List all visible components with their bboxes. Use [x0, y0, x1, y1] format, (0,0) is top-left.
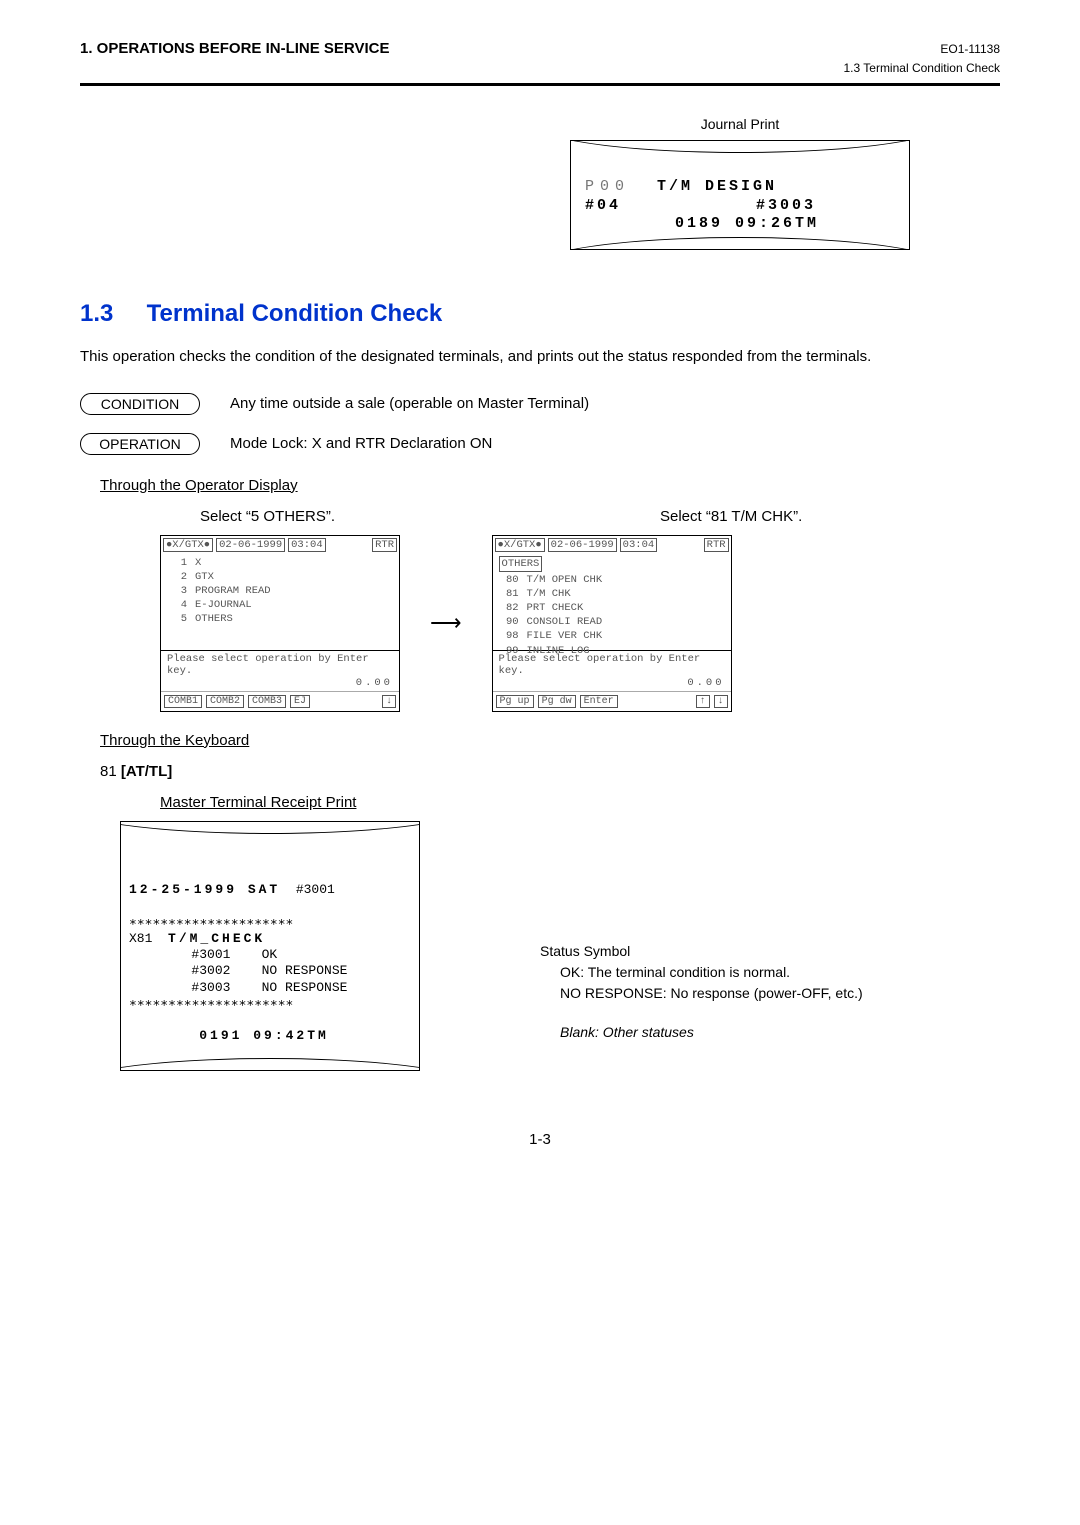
menu-item: 90CONSOLI READ	[499, 615, 725, 629]
status-no-response: NO RESPONSE: No response (power-OFF, etc…	[560, 983, 863, 1004]
keyboard-command: 81 [AT/TL]	[100, 763, 1000, 780]
status-blank: Blank: Other statuses	[560, 1022, 863, 1043]
jp-footer: 0189 09:26TM	[675, 215, 819, 232]
ds1-rtr: RTR	[372, 538, 397, 552]
caption-select-81: Select “81 T/M CHK”.	[660, 508, 970, 525]
section-number: 1.3	[80, 300, 140, 328]
ds2-menu: 80T/M OPEN CHK81T/M CHK82PRT CHECK90CONS…	[499, 573, 725, 658]
menu-item: 4E-JOURNAL	[167, 598, 393, 612]
ds1-prompt: Please select operation by Enter key.	[167, 653, 393, 677]
menu-item: 81T/M CHK	[499, 587, 725, 601]
mr-stars-bot: ∗∗∗∗∗∗∗∗∗∗∗∗∗∗∗∗∗∗∗∗∗	[129, 996, 293, 1011]
mr-xtitle: T/M_CHECK	[168, 931, 265, 946]
mr-date: 12-25-1999 SAT	[129, 882, 280, 897]
display-screens-row: ●X/GTX● 02-06-1999 03:04 RTR 1X2GTX3PROG…	[160, 535, 1000, 712]
display-captions: Select “5 OTHERS”. Select “81 T/M CHK”.	[200, 508, 1000, 525]
keyboard-heading: Through the Keyboard	[100, 732, 1000, 749]
ds2-title: OTHERS	[499, 556, 543, 572]
soft-key: EJ	[290, 695, 310, 708]
soft-key: Enter	[580, 695, 618, 708]
arrow-right-icon: ⟶	[430, 610, 462, 636]
section-intro: This operation checks the condition of t…	[80, 346, 1000, 369]
jp-tm-design: T/M DESIGN	[657, 178, 777, 195]
condition-pill: CONDITION	[80, 393, 200, 415]
master-terminal-receipt: 12-25-1999 SAT #3001 ∗∗∗∗∗∗∗∗∗∗∗∗∗∗∗∗∗∗∗…	[120, 821, 420, 1071]
operator-display-1: ●X/GTX● 02-06-1999 03:04 RTR 1X2GTX3PROG…	[160, 535, 400, 712]
ds2-amount: 0.00	[499, 677, 725, 689]
ds1-mode: ●X/GTX●	[163, 538, 213, 552]
ds2-buttons: Pg up Pg dw Enter ↑ ↓	[493, 691, 731, 711]
mr-footer: 0191 09:42TM	[199, 1028, 329, 1043]
operator-display-heading: Through the Operator Display	[100, 477, 1000, 494]
soft-key: COMB3	[248, 695, 286, 708]
section-heading: 1.3 Terminal Condition Check	[80, 300, 1000, 328]
soft-key: ↓	[714, 695, 728, 708]
caption-select-5: Select “5 OTHERS”.	[200, 508, 510, 525]
soft-key: COMB2	[206, 695, 244, 708]
menu-item: 1X	[167, 556, 393, 570]
soft-key: ↑	[696, 695, 710, 708]
ds1-buttons: COMB1 COMB2 COMB3 EJ ↓	[161, 691, 399, 711]
chapter-title: 1. OPERATIONS BEFORE IN-LINE SERVICE	[80, 40, 390, 57]
mr-rows: #3001 OK #3002 NO RESPONSE #3003 NO RESP…	[129, 947, 347, 995]
header-rule	[80, 83, 1000, 86]
kb-attl: [AT/TL]	[121, 763, 172, 780]
ds1-menu: 1X2GTX3PROGRAM READ4E-JOURNAL5OTHERS	[167, 556, 393, 627]
ds1-date: 02-06-1999	[216, 538, 285, 552]
ds2-rtr: RTR	[704, 538, 729, 552]
status-ok: OK: The terminal condition is normal.	[560, 962, 863, 983]
breadcrumb: 1.3 Terminal Condition Check	[80, 61, 1000, 75]
ds2-mode: ●X/GTX●	[495, 538, 545, 552]
soft-key: ↓	[382, 695, 396, 708]
mr-term: #3001	[296, 882, 335, 897]
status-symbol-block: Status Symbol OK: The terminal condition…	[540, 941, 863, 1043]
menu-item: 2GTX	[167, 570, 393, 584]
menu-item: 82PRT CHECK	[499, 601, 725, 615]
ds2-time: 03:04	[620, 538, 658, 552]
operation-pill: OPERATION	[80, 433, 200, 455]
journal-print-receipt: P00 T/M DESIGN #04 #3003 0189 09:26TM	[570, 140, 910, 250]
operation-row: OPERATION Mode Lock: X and RTR Declarati…	[80, 433, 1000, 455]
jp-hash04: #04	[585, 197, 621, 214]
ds1-amount: 0.00	[167, 677, 393, 689]
ds2-prompt: Please select operation by Enter key.	[499, 653, 725, 677]
jp-3003: #3003	[756, 197, 816, 214]
mr-stars-top: ∗∗∗∗∗∗∗∗∗∗∗∗∗∗∗∗∗∗∗∗∗	[129, 915, 293, 930]
soft-key: COMB1	[164, 695, 202, 708]
page-header: 1. OPERATIONS BEFORE IN-LINE SERVICE EO1…	[80, 40, 1000, 57]
menu-item: 3PROGRAM READ	[167, 584, 393, 598]
ds2-date: 02-06-1999	[548, 538, 617, 552]
journal-print-caption: Journal Print	[570, 116, 910, 132]
jp-p00: P00	[585, 178, 630, 195]
ds1-time: 03:04	[288, 538, 326, 552]
section-title-text: Terminal Condition Check	[147, 300, 443, 327]
page-number: 1-3	[80, 1131, 1000, 1148]
operation-text: Mode Lock: X and RTR Declaration ON	[230, 435, 492, 452]
menu-item: 5OTHERS	[167, 612, 393, 626]
operator-display-2: ●X/GTX● 02-06-1999 03:04 RTR OTHERS 80T/…	[492, 535, 732, 712]
mr-xcode: X81	[129, 931, 152, 946]
status-title: Status Symbol	[540, 941, 863, 962]
doc-id: EO1-11138	[940, 42, 1000, 56]
condition-row: CONDITION Any time outside a sale (opera…	[80, 393, 1000, 415]
soft-key: Pg dw	[538, 695, 576, 708]
master-receipt-caption: Master Terminal Receipt Print	[160, 794, 1000, 811]
soft-key: Pg up	[496, 695, 534, 708]
menu-item: 80T/M OPEN CHK	[499, 573, 725, 587]
condition-text: Any time outside a sale (operable on Mas…	[230, 395, 589, 412]
kb-prefix: 81	[100, 763, 121, 780]
menu-item: 98FILE VER CHK	[499, 629, 725, 643]
